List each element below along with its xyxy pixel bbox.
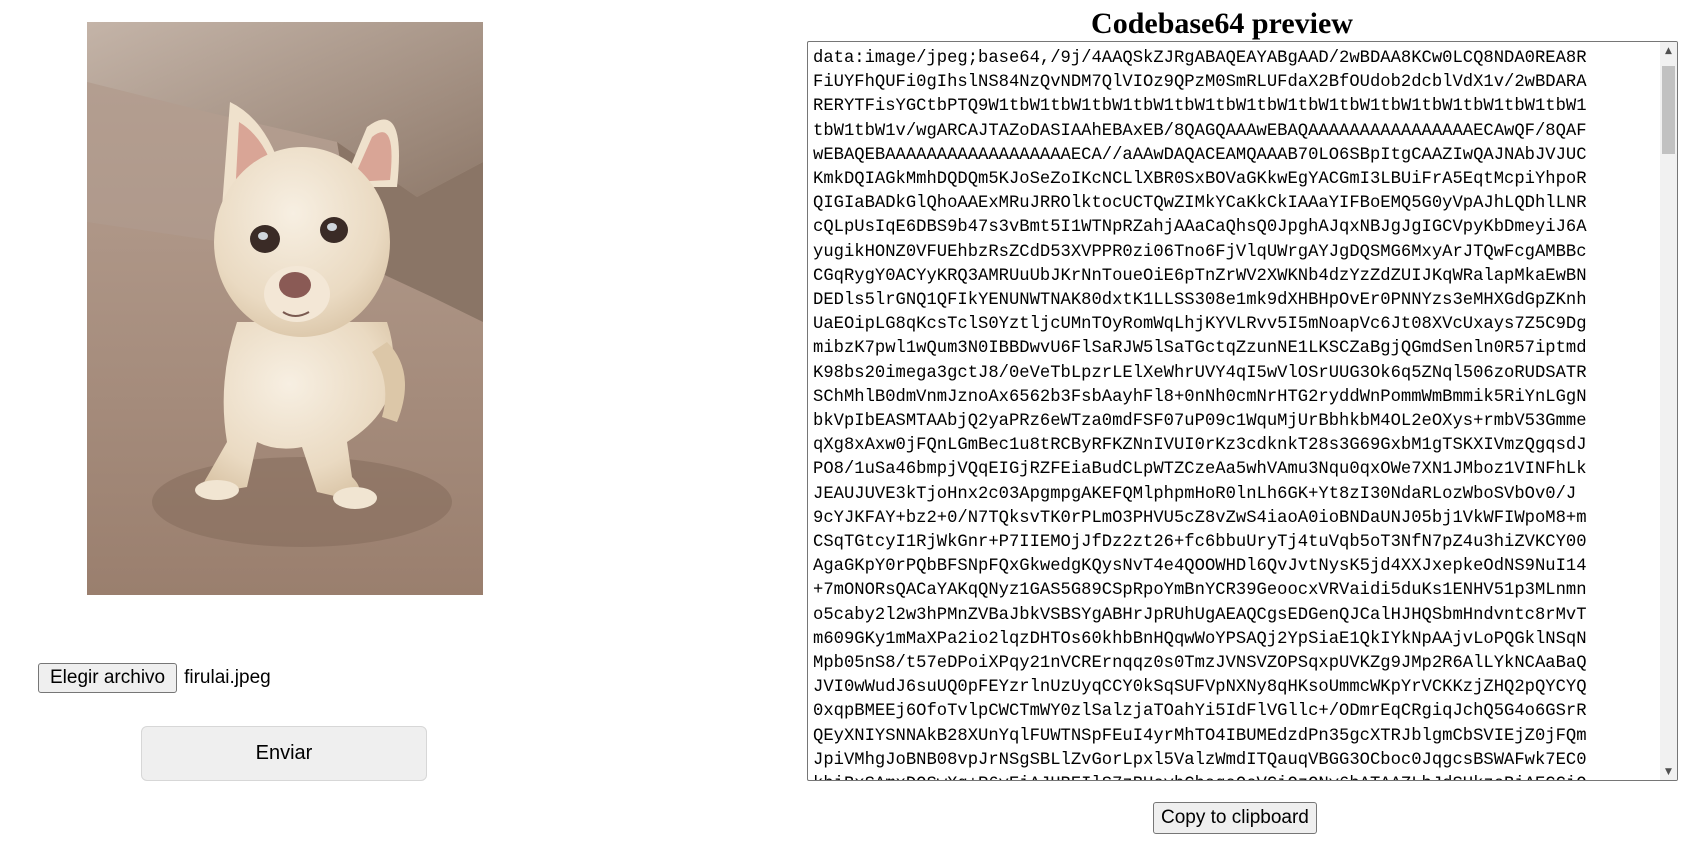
base64-line: 0xqpBMEEj6OfoTvlpCWCTmWY0zlSalzjaTOahYi5… (813, 702, 1587, 722)
base64-line: qXg8xAxw0jFQnLGmBec1u8tRCByRFKZNnIVUI0rK… (813, 436, 1587, 456)
base64-line: SChMhlB0dmVnmJznoAx6562b3FsbAayhFl8+0nNh… (813, 387, 1587, 407)
base64-line: bkVpIbEASMTAAbjQ2yaPRz6eWTza0mdFSF07uP09… (813, 412, 1587, 432)
base64-output-text: data:image/jpeg;base64,/9j/4AAQSkZJRgABA… (813, 47, 1655, 780)
base64-line: tbW1tbW1v/wgARCAJTAZoDASIAAhEBAxEB/8QAGQ… (813, 121, 1587, 141)
base64-line: data:image/jpeg;base64,/9j/4AAQSkZJRgABA… (813, 49, 1587, 68)
scroll-down-arrow-icon[interactable]: ▼ (1660, 763, 1677, 780)
base64-line: m609GKy1mMaXPa2io2lqzDHTOs60khbBnHQqwWoY… (813, 629, 1587, 649)
file-input: Elegir archivo firulai.jpeg (38, 662, 271, 694)
submit-button[interactable]: Enviar (141, 726, 427, 781)
dog-photo (87, 22, 483, 595)
base64-line: UaEOipLG8qKcsTclS0YztljcUMnTOyRomWqLhjKY… (813, 315, 1587, 335)
base64-line: DEDls5lrGNQ1QFIkYENUNWTNAK80dxtK1LLSS308… (813, 291, 1587, 311)
base64-line: JpiVMhgJoBNB08vpJrNSgSBLlZvGorLpxl5ValzW… (813, 750, 1587, 770)
base64-line: Mpb05nS8/t57eDPoiXPqy21nVCRErnqqz0s0TmzJ… (813, 654, 1587, 674)
chihuahua-photo-icon (87, 22, 483, 595)
preview-title: Codebase64 preview (1091, 7, 1353, 40)
base64-output-textarea[interactable]: data:image/jpeg;base64,/9j/4AAQSkZJRgABA… (807, 41, 1678, 781)
base64-line: QEyXNIYSNNAkB28XUnYqlFUWTNSpFEuI4yrMhTO4… (813, 726, 1587, 746)
base64-line: RERYTFisYGCtbPTQ9W1tbW1tbW1tbW1tbW1tbW1t… (813, 97, 1587, 117)
base64-line: +7mONORsQACaYAKqQNyz1GAS5G89CSpRpoYmBnYC… (813, 581, 1587, 601)
selected-file-name: firulai.jpeg (184, 667, 271, 688)
copy-to-clipboard-button[interactable]: Copy to clipboard (1153, 802, 1317, 834)
base64-line: khiBxSAmxDQSwXq+R6yEiAJHBEIlS7zBUoyhChaq… (813, 775, 1587, 780)
base64-line: KmkDQIAGkMmhDQDQm5KJoSeZoIKcNCLlXBR0SxBO… (813, 170, 1587, 190)
base64-line: o5caby2l2w3hPMnZVBaJbkVSBSYgABHrJpRUhUgA… (813, 605, 1587, 625)
base64-line: FiUYFhQUFi0gIhslNS84NzQvNDM7QlVIOz9QPzM0… (813, 73, 1587, 93)
choose-file-button[interactable]: Elegir archivo (38, 663, 178, 693)
base64-line: PO8/1uSa46bmpjVQqEIGjRZFEiaBudCLpWTZCzeA… (813, 460, 1587, 480)
textarea-scrollbar[interactable]: ▲ ▼ (1660, 42, 1677, 780)
scroll-up-arrow-icon[interactable]: ▲ (1660, 42, 1677, 59)
base64-line: CGqRygY0ACYyKRQ3AMRUuUbJKrNnToueOiE6pTnZ… (813, 266, 1587, 286)
base64-line: AgaGKpY0rPQbBFSNpFQxGkwedgKQysNvT4e4QOOW… (813, 557, 1587, 577)
base64-line: QIGIaBADkGlQhoAAExMRuJRROlktocUCTQwZIMkY… (813, 194, 1587, 214)
base64-line: cQLpUsIqE6DBS9b47s3vBmt5I1WTNpRZahjAAaCa… (813, 218, 1587, 238)
base64-line: JEAUJUVE3kTjoHnx2c03ApgmpgAKEFQMlphpmHoR… (813, 484, 1577, 504)
base64-line: CSqTGtcyI1RjWkGnr+P7IIEMOjJfDz2zt26+fc6b… (813, 533, 1587, 553)
base64-line: JVI0wWudJ6suUQ0pFEYzrlnUzUyqCCY0kSqSUFVp… (813, 678, 1587, 698)
base64-line: 9cYJKFAY+bz2+0/N7TQksvTK0rPLmO3PHVU5cZ8v… (813, 508, 1587, 528)
base64-line: wEBAQEBAAAAAAAAAAAAAAAAAAECA//aAAwDAQACE… (813, 145, 1587, 165)
base64-line: K98bs20imega3gctJ8/0eVeTbLpzrLElXeWhrUVY… (813, 363, 1587, 383)
base64-line: mibzK7pwl1wQum3N0IBBDwvU6FlSaRJW5lSaTGct… (813, 339, 1587, 359)
base64-line: yugikHONZ0VFUEhbzRsZCdD53XVPPR0zi06Tno6F… (813, 242, 1587, 262)
scroll-thumb[interactable] (1662, 66, 1675, 154)
